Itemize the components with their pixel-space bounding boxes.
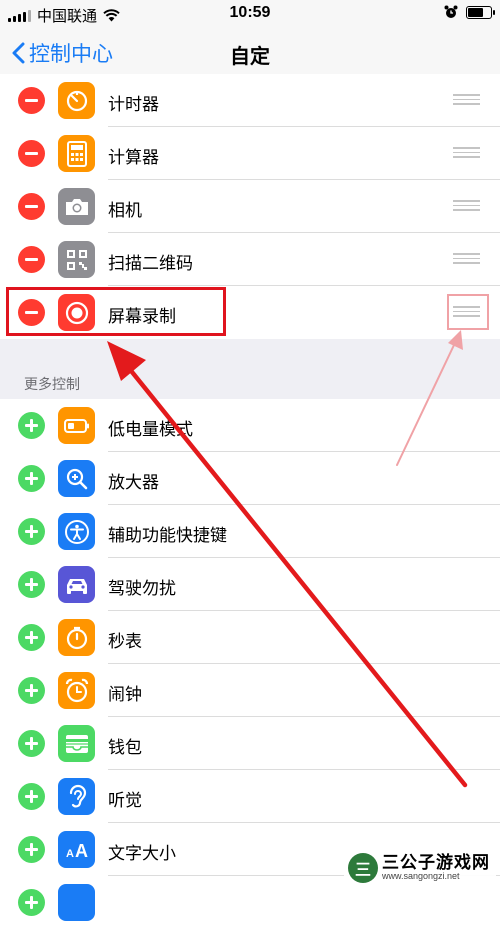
control-row-magnifier: 放大器 [0, 452, 500, 505]
watermark-url: www.sangongzi.net [382, 871, 460, 882]
control-label: 低电量模式 [108, 420, 193, 439]
wallet-icon [58, 725, 95, 762]
add-button[interactable] [18, 465, 45, 492]
camera-icon [58, 188, 95, 225]
svg-text:A: A [75, 841, 88, 861]
status-right [444, 5, 495, 19]
control-row-calculator: 计算器 [0, 127, 500, 180]
reorder-handle[interactable] [453, 147, 480, 159]
svg-text:A: A [66, 848, 74, 860]
remove-button[interactable] [18, 87, 45, 114]
control-row-low-power: 低电量模式 [0, 399, 500, 452]
partial-control-icon [58, 884, 95, 921]
reorder-handle[interactable] [453, 200, 480, 212]
add-button[interactable] [18, 677, 45, 704]
text-size-icon: AA [58, 831, 95, 868]
control-row-camera: 相机 [0, 180, 500, 233]
remove-button[interactable] [18, 140, 45, 167]
battery-icon [466, 5, 495, 19]
status-time: 10:59 [229, 4, 271, 21]
control-label: 扫描二维码 [108, 254, 193, 273]
qr-code-icon [58, 241, 95, 278]
control-label: 听觉 [108, 791, 142, 810]
control-label: 闹钟 [108, 685, 142, 704]
add-button[interactable] [18, 571, 45, 598]
stopwatch-icon [58, 619, 95, 656]
add-button[interactable] [18, 624, 45, 651]
alarm-clock-icon [58, 672, 95, 709]
control-row-do-not-disturb-driving: 驾驶勿扰 [0, 558, 500, 611]
watermark-name: 三公子游戏网 [382, 852, 490, 872]
control-label: 相机 [108, 201, 142, 220]
add-button[interactable] [18, 730, 45, 757]
watermark-logo-icon: 三 [348, 853, 378, 883]
low-power-battery-icon [58, 407, 95, 444]
control-row-accessibility: 辅助功能快捷键 [0, 505, 500, 558]
control-label: 驾驶勿扰 [108, 579, 176, 598]
add-button[interactable] [18, 412, 45, 439]
ear-icon [58, 778, 95, 815]
add-button[interactable] [18, 518, 45, 545]
site-watermark: 三 三公子游戏网 www.sangongzi.net [344, 851, 496, 885]
add-button[interactable] [18, 889, 45, 916]
battery-fill [468, 7, 483, 17]
timer-icon [58, 82, 95, 119]
section-header-more-controls: 更多控制 [24, 376, 80, 392]
navigation-bar: 控制中心 自定 [0, 28, 500, 79]
remove-button[interactable] [18, 193, 45, 220]
control-label: 辅助功能快捷键 [108, 526, 227, 545]
control-row-wallet: 钱包 [0, 717, 500, 770]
control-row-alarm: 闹钟 [0, 664, 500, 717]
accessibility-icon [58, 513, 95, 550]
remove-button[interactable] [18, 246, 45, 273]
control-label: 计时器 [108, 95, 159, 114]
alarm-status-icon [444, 5, 458, 18]
watermark-text: 三公子游戏网 www.sangongzi.net [382, 852, 490, 883]
control-label: 计算器 [108, 148, 159, 167]
status-bar: 中国联通 10:59 [0, 0, 500, 28]
control-label: 放大器 [108, 473, 159, 492]
control-label: 钱包 [108, 738, 142, 757]
control-row-qr-scanner: 扫描二维码 [0, 233, 500, 286]
add-button[interactable] [18, 836, 45, 863]
add-button[interactable] [18, 783, 45, 810]
reorder-handle[interactable] [453, 253, 480, 265]
control-label: 文字大小 [108, 844, 176, 863]
more-controls-list: 低电量模式 放大器 辅助功能快捷键 驾驶勿扰 秒表 闹钟 钱包 听觉 A A 文… [0, 399, 500, 929]
magnifier-icon [58, 460, 95, 497]
control-row-timer: 计时器 [0, 74, 500, 127]
control-row-hearing: 听觉 [0, 770, 500, 823]
page-title: 自定 [230, 46, 270, 68]
highlight-box-screen-recording [6, 287, 226, 336]
car-icon [58, 566, 95, 603]
control-label: 秒表 [108, 632, 142, 651]
reorder-handle[interactable] [453, 94, 480, 106]
control-row-stopwatch: 秒表 [0, 611, 500, 664]
highlight-box-reorder-handle [447, 294, 489, 330]
calculator-icon [58, 135, 95, 172]
